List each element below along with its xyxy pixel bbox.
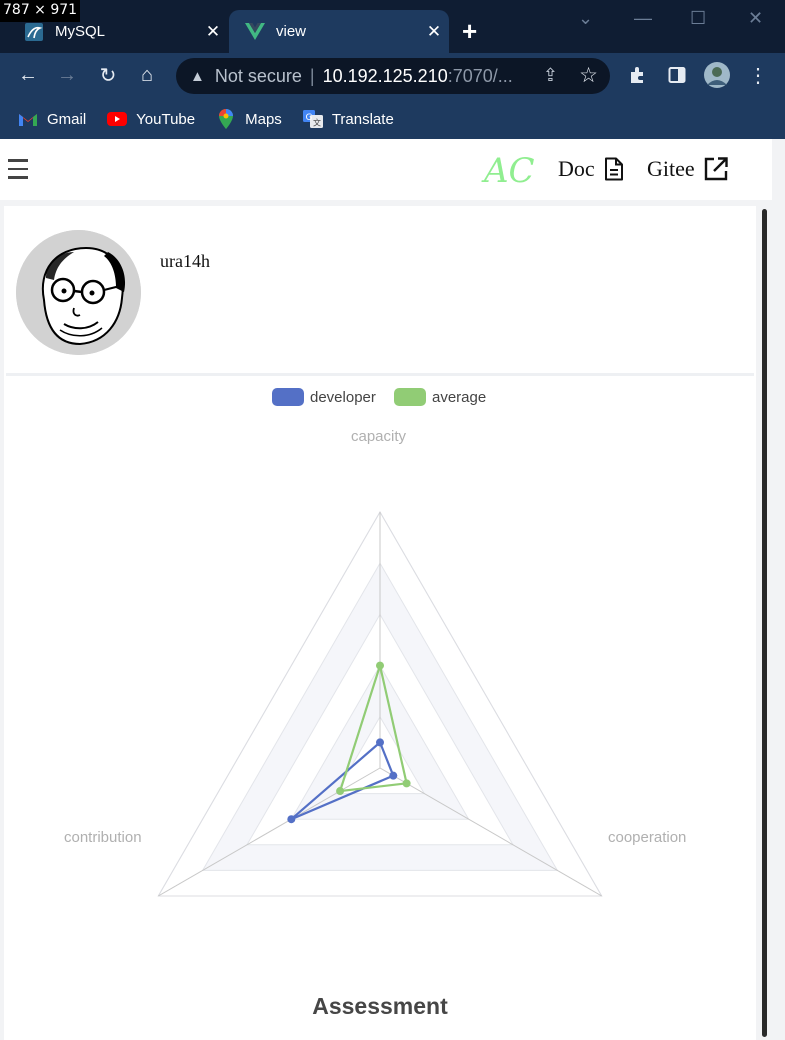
maximize-icon[interactable]: ☐	[690, 8, 706, 29]
doc-label: Doc	[558, 156, 595, 181]
extensions-icon[interactable]	[623, 61, 651, 89]
forward-icon[interactable]: →	[53, 61, 81, 89]
gitee-link[interactable]: Gitee	[647, 156, 729, 182]
profile-card: ura14h developer average capacity cooper…	[4, 206, 756, 1040]
radar-point-developer	[389, 771, 398, 780]
vue-icon	[245, 22, 265, 42]
radar-plot	[157, 511, 603, 897]
security-label: Not secure	[214, 65, 302, 86]
document-icon	[604, 157, 623, 181]
bookmark-label: Gmail	[47, 110, 87, 128]
close-tab-icon[interactable]: ✕	[198, 22, 228, 42]
address-bar[interactable]: ▲ Not secure | 10.192.125.210 :7070/... …	[176, 58, 610, 94]
page-scrollbar[interactable]	[762, 209, 767, 1037]
share-icon[interactable]: ⇪	[543, 65, 558, 86]
bookmark-youtube[interactable]: YouTube	[107, 110, 195, 128]
radar-point-average	[402, 779, 411, 788]
tab-strip: 787 × 971 MySQL ✕ view ✕ + ⌄ — ☐ ✕	[0, 0, 785, 53]
tab-search-icon[interactable]: ⌄	[578, 8, 593, 29]
app-header: AC Doc Gitee	[0, 139, 772, 200]
tab-title: MySQL	[55, 23, 106, 40]
bookmark-label: Translate	[331, 110, 394, 128]
bookmarks-bar: Gmail YouTube Maps G文 Translate	[0, 99, 785, 139]
bookmark-translate[interactable]: G文 Translate	[302, 110, 394, 128]
tab-title: view	[276, 23, 307, 40]
browser-chrome: 787 × 971 MySQL ✕ view ✕ + ⌄ — ☐ ✕ ← → ↻…	[0, 0, 785, 139]
radar-point-developer	[376, 738, 384, 747]
minimize-icon[interactable]: —	[634, 8, 652, 29]
side-panel-icon[interactable]	[663, 61, 691, 89]
address-separator: |	[309, 65, 315, 86]
back-icon[interactable]: ←	[14, 61, 42, 89]
menu-icon[interactable]	[8, 159, 28, 179]
bookmark-label: YouTube	[136, 110, 196, 128]
external-link-icon	[704, 157, 728, 181]
youtube-icon	[107, 110, 128, 128]
address-host: 10.192.125.210	[322, 65, 448, 86]
radar-point-average	[376, 661, 384, 670]
window-close-icon[interactable]: ✕	[748, 8, 763, 29]
bookmark-maps[interactable]: Maps	[216, 109, 282, 129]
new-tab-button[interactable]: +	[462, 16, 477, 47]
gmail-icon	[18, 110, 38, 128]
chart-title: Assessment	[312, 993, 448, 1019]
gitee-label: Gitee	[647, 156, 695, 181]
close-tab-icon[interactable]: ✕	[419, 22, 449, 42]
translate-icon: G文	[302, 110, 323, 128]
axis-label-cooperation: cooperation	[608, 829, 687, 846]
browser-menu-icon[interactable]: ⋮	[744, 61, 772, 89]
address-path: :7070/...	[447, 65, 513, 86]
axis-label-capacity: capacity	[351, 428, 407, 445]
mysql-icon	[24, 22, 44, 42]
doc-link[interactable]: Doc	[558, 156, 625, 182]
bookmark-star-icon[interactable]: ☆	[579, 63, 598, 88]
reload-icon[interactable]: ↻	[94, 61, 122, 89]
profile-avatar[interactable]	[703, 61, 731, 89]
svg-text:文: 文	[313, 118, 321, 128]
screenshot-size-label: 787 × 971	[0, 0, 81, 22]
warning-icon: ▲	[190, 67, 205, 85]
page-content: AC Doc Gitee ura14h developer average ca…	[0, 139, 785, 1040]
radar-point-average	[336, 787, 345, 796]
bookmark-label: Maps	[245, 110, 282, 128]
home-icon[interactable]: ⌂	[133, 61, 161, 89]
maps-icon	[216, 109, 236, 129]
bookmark-gmail[interactable]: Gmail	[18, 110, 86, 128]
tab-view[interactable]: view ✕	[229, 10, 449, 53]
radar-point-developer	[287, 815, 296, 824]
radar-chart: developer average capacity cooperation c…	[4, 206, 756, 1040]
axis-label-contribution: contribution	[64, 829, 142, 846]
app-logo[interactable]: AC	[484, 151, 535, 191]
browser-toolbar: ← → ↻ ⌂ ▲ Not secure | 10.192.125.210 :7…	[0, 53, 785, 99]
svg-text:G: G	[305, 113, 312, 123]
